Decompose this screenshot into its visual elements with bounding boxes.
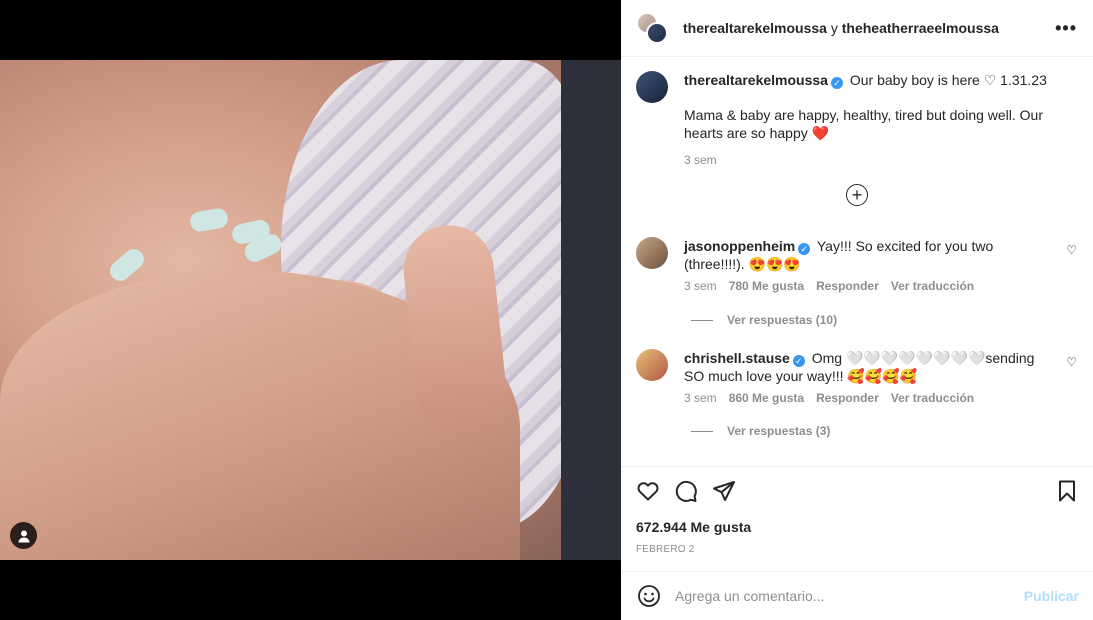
comment-like-button[interactable]: ♡: [1066, 355, 1077, 369]
photo-background: [561, 60, 621, 560]
action-icons: [636, 479, 736, 503]
avatar[interactable]: [636, 349, 668, 381]
verified-icon: ✓: [798, 243, 811, 255]
tagged-users-button[interactable]: [10, 522, 37, 549]
caption-age: 3 sem: [684, 153, 717, 167]
divider: [691, 430, 713, 432]
verified-icon: ✓: [830, 77, 843, 89]
caption-title: Our baby boy is here: [849, 72, 980, 88]
more-icon: •••: [1055, 18, 1077, 38]
emoji-icon: [638, 585, 660, 607]
save-button[interactable]: [1055, 479, 1079, 503]
avatar[interactable]: [636, 71, 668, 103]
comment-icon: [675, 480, 697, 502]
comment-input[interactable]: [675, 588, 1005, 604]
like-button[interactable]: [636, 479, 660, 503]
add-comment-bar: Publicar: [621, 571, 1093, 620]
comment-meta: 3 sem 860 Me gusta Responder Ver traducc…: [684, 391, 974, 405]
separator-text: y: [830, 20, 838, 36]
reply-button[interactable]: Responder: [816, 279, 879, 293]
bookmark-icon: [1059, 480, 1075, 502]
comment-item: chrishell.stause ✓ Omg 🤍🤍🤍🤍🤍🤍🤍🤍sending SO…: [636, 349, 1081, 439]
heart-icon: ♡: [983, 72, 997, 88]
comment-text: chrishell.stause ✓ Omg 🤍🤍🤍🤍🤍🤍🤍🤍sending SO…: [684, 349, 1054, 385]
emoji-button[interactable]: [637, 584, 661, 608]
heart-icon: ♡: [1066, 243, 1077, 257]
red-heart-emoji: ❤️: [811, 125, 830, 141]
collab-avatars[interactable]: [636, 12, 668, 44]
post-details-panel: therealtarekelmoussa y theheatherraeelmo…: [621, 0, 1093, 620]
heart-icon: [637, 482, 659, 501]
username-link[interactable]: chrishell.stause: [684, 350, 790, 366]
avatar[interactable]: [636, 237, 668, 269]
divider: [691, 319, 713, 321]
username-link[interactable]: therealtarekelmoussa: [683, 20, 827, 36]
comment-meta: 3 sem 780 Me gusta Responder Ver traducc…: [684, 279, 974, 293]
load-more-comments-button[interactable]: +: [846, 184, 868, 206]
comment-item: jasonoppenheim ✓ Yay!!! So excited for yo…: [636, 237, 1081, 327]
comment-button[interactable]: [674, 479, 698, 503]
post-header: therealtarekelmoussa y theheatherraeelmo…: [621, 0, 1093, 57]
translate-button[interactable]: Ver traducción: [891, 279, 974, 293]
fingernail: [188, 206, 230, 234]
reply-button[interactable]: Responder: [816, 391, 879, 405]
comment-likes[interactable]: 860 Me gusta: [729, 391, 804, 405]
comments-scroll-area[interactable]: therealtarekelmoussa ✓ Our baby boy is he…: [621, 57, 1093, 466]
comment-text: jasonoppenheim ✓ Yay!!! So excited for yo…: [684, 237, 1054, 273]
post-photo[interactable]: [0, 60, 621, 560]
username-link[interactable]: theheatherraeelmoussa: [842, 20, 999, 36]
send-icon: [713, 481, 735, 501]
view-replies-button[interactable]: Ver respuestas (3): [691, 424, 830, 438]
view-replies-button[interactable]: Ver respuestas (10): [691, 313, 837, 327]
heart-icon: ♡: [1066, 355, 1077, 369]
caption-body: therealtarekelmoussa ✓ Our baby boy is he…: [684, 71, 1074, 169]
likes-count[interactable]: 672.944 Me gusta: [636, 519, 751, 535]
verified-icon: ✓: [792, 355, 805, 367]
caption-date: 1.31.23: [1000, 72, 1047, 88]
publish-button[interactable]: Publicar: [1024, 588, 1079, 604]
post-date: FEBRERO 2: [636, 544, 695, 555]
view-replies-label: Ver respuestas (3): [727, 424, 831, 438]
post-actions: 672.944 Me gusta FEBRERO 2: [621, 466, 1093, 571]
share-button[interactable]: [712, 479, 736, 503]
avatar[interactable]: [646, 22, 668, 44]
comment-like-button[interactable]: ♡: [1066, 243, 1077, 257]
plus-circle-icon: +: [851, 185, 863, 205]
more-options-button[interactable]: •••: [1055, 18, 1077, 39]
translate-button[interactable]: Ver traducción: [891, 391, 974, 405]
comment-likes[interactable]: 780 Me gusta: [729, 279, 804, 293]
username-link[interactable]: jasonoppenheim: [684, 238, 795, 254]
collab-usernames: therealtarekelmoussa y theheatherraeelmo…: [683, 20, 999, 36]
comment-age: 3 sem: [684, 391, 717, 405]
view-replies-label: Ver respuestas (10): [727, 313, 838, 327]
username-link[interactable]: therealtarekelmoussa: [684, 72, 828, 88]
user-icon: [18, 530, 29, 542]
fingernail: [106, 245, 148, 285]
comment-age: 3 sem: [684, 279, 717, 293]
post-media[interactable]: [0, 0, 621, 620]
caption-text: Mama & baby are happy, healthy, tired bu…: [684, 107, 1044, 141]
